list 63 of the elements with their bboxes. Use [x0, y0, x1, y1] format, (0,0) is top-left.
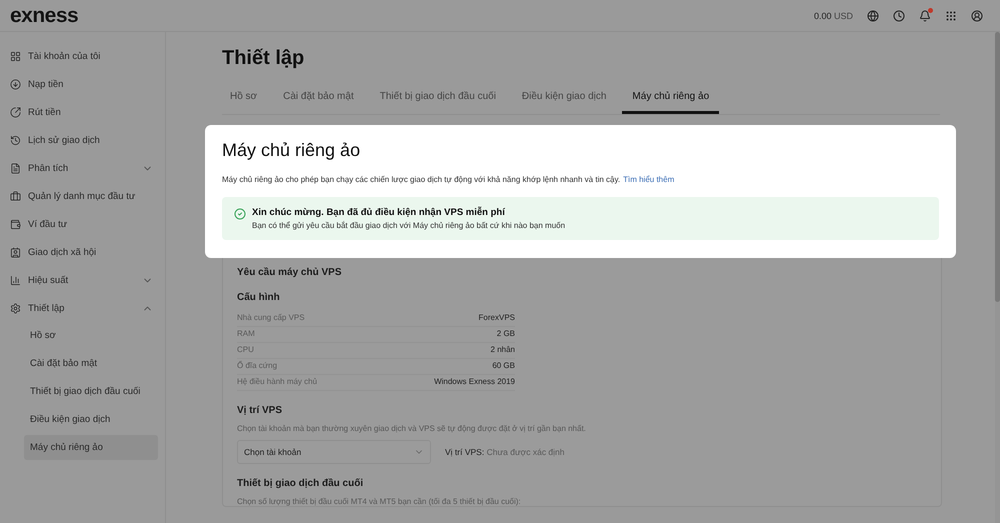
spec-value: Windows Exness 2019	[434, 377, 515, 386]
sidebar-item[interactable]: Hiệu suất	[0, 266, 165, 294]
globe-icon[interactable]	[867, 10, 879, 22]
alert-text: Bạn có thể gửi yêu cầu bắt đầu giao dịch với Máy chủ riêng ảo bất cứ khi nào bạn muốn	[252, 221, 566, 230]
sidebar-subitem[interactable]: Điều kiện giao dịch	[24, 407, 158, 432]
tab[interactable]: Điều kiện giao dịch	[512, 91, 616, 114]
section-description: Chọn tài khoản mà bạn thường xuyên giao dịch và VPS sẽ tự động được đặt ở vị trí gần bạn nhất.	[237, 424, 587, 433]
tab[interactable]: Máy chủ riêng ảo	[622, 91, 720, 114]
section-heading: Thiết bị giao dịch đầu cuối	[237, 478, 364, 489]
check-circle-icon	[234, 208, 246, 220]
sidebar-item[interactable]: Lịch sử giao dịch	[0, 126, 165, 154]
spec-label: CPU	[237, 345, 254, 354]
balance[interactable]: 0.00 USD	[814, 10, 853, 20]
contact-icon	[10, 246, 21, 258]
spec-value: 2 GB	[496, 329, 515, 338]
sidebar-subitem[interactable]: Máy chủ riêng ảo	[24, 435, 158, 460]
grid-icon	[10, 50, 21, 62]
scrollbar-thumb[interactable]	[995, 32, 1000, 302]
download-icon	[10, 78, 21, 90]
spec-label: RAM	[237, 329, 255, 338]
sidebar-subitem[interactable]: Cài đặt bảo mật	[24, 351, 158, 376]
briefcase-icon	[10, 190, 21, 202]
card-title: Yêu cầu máy chủ VPS	[237, 267, 342, 278]
sidebar-item[interactable]: Nạp tiền	[0, 70, 165, 98]
section-title: Máy chủ riêng ảo	[222, 140, 362, 161]
logo: exness	[10, 4, 78, 28]
bell-icon[interactable]	[919, 10, 931, 22]
document-icon	[10, 162, 21, 174]
section-heading: Vị trí VPS	[237, 405, 284, 416]
sidebar-item[interactable]: Tài khoản của tôi	[0, 42, 165, 70]
account-select[interactable]: Chọn tài khoản	[237, 440, 431, 464]
tab[interactable]: Thiết bị giao dịch đầu cuối	[370, 91, 506, 114]
section-description: Chọn số lượng thiết bị đầu cuối MT4 và MT5 bạn cần (tối đa 5 thiết bị đầu cuối):	[237, 497, 522, 506]
description: Máy chủ riêng ảo cho phép bạn chạy các chiến lược giao dịch tự động với khả năng khớp lệnh nhanh và tin cậy. Tìm hiểu thêm	[222, 175, 676, 184]
spec-value: 2 nhân	[490, 345, 515, 354]
location-text: Vị trí VPS: Chưa được xác định	[445, 447, 565, 457]
spec-value: ForexVPS	[478, 313, 515, 322]
learn-more-link[interactable]: Tìm hiểu thêm	[623, 175, 674, 184]
apps-icon[interactable]	[945, 10, 957, 22]
tab[interactable]: Hồ sơ	[222, 91, 268, 114]
sidebar-item[interactable]: Thiết lập	[0, 294, 165, 322]
settings-icon	[10, 302, 21, 314]
alert-title: Xin chúc mừng. Bạn đã đủ điều kiện nhận VPS miễn phí	[252, 207, 506, 218]
section-heading: Cấu hình	[237, 292, 281, 303]
sidebar-item[interactable]: Quản lý danh mục đầu tư	[0, 182, 165, 210]
page-title: Thiết lập	[222, 47, 306, 70]
tab[interactable]: Cài đặt bảo mật	[273, 91, 364, 114]
arrow-circle-icon	[10, 106, 21, 118]
sidebar-item[interactable]: Phân tích	[0, 154, 165, 182]
sidebar-subitem[interactable]: Hồ sơ	[24, 323, 158, 348]
sidebar-item[interactable]: Ví đầu tư	[0, 210, 165, 238]
spec-label: Nhà cung cấp VPS	[237, 313, 305, 322]
sidebar-item[interactable]: Giao dịch xã hội	[0, 238, 165, 266]
spec-value: 60 GB	[492, 361, 515, 370]
clock-icon[interactable]	[893, 10, 905, 22]
user-icon[interactable]	[971, 10, 983, 22]
history-icon	[10, 134, 21, 146]
sidebar-item[interactable]: Rút tiền	[0, 98, 165, 126]
sidebar-subitem[interactable]: Thiết bị giao dịch đầu cuối	[24, 379, 158, 404]
spec-label: Ổ đĩa cứng	[237, 361, 278, 370]
bar-chart-icon	[10, 274, 21, 286]
wallet-icon	[10, 218, 21, 230]
spec-label: Hệ điều hành máy chủ	[237, 377, 318, 386]
